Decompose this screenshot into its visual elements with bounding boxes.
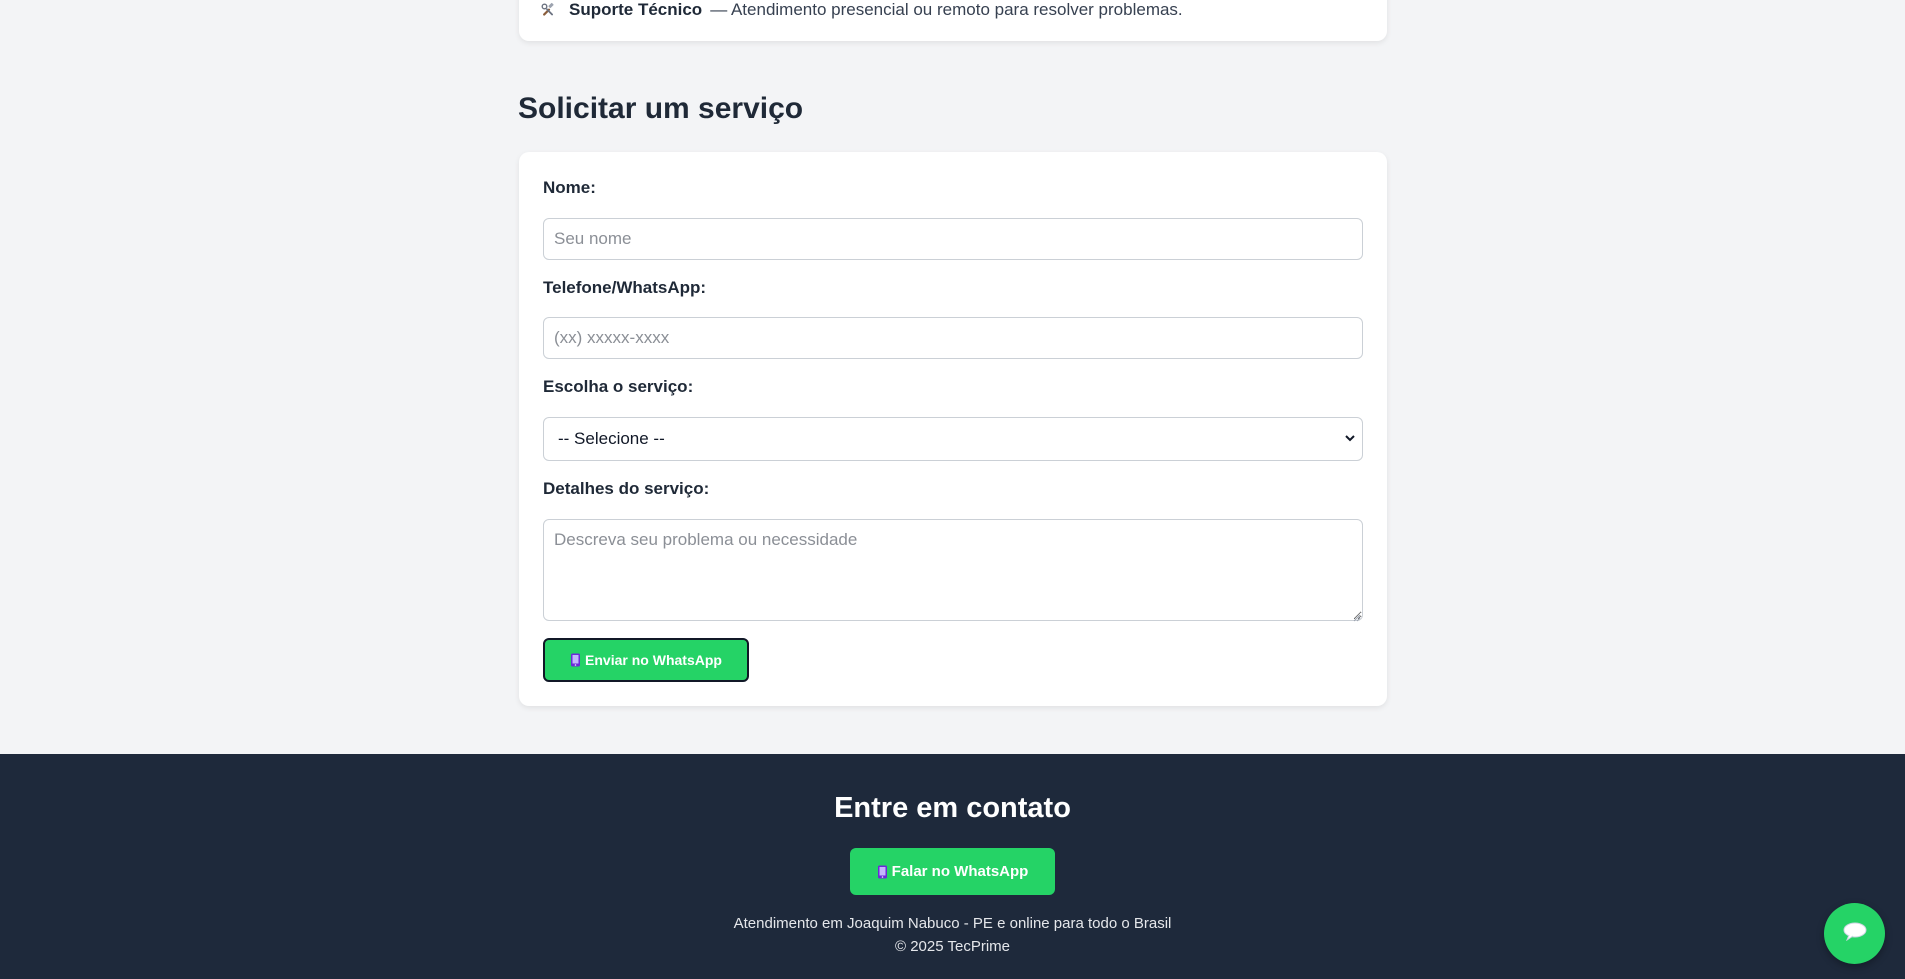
send-whatsapp-button[interactable]: Enviar no WhatsApp [543,638,749,682]
resize-grip-icon[interactable] [1351,609,1361,622]
phone-input[interactable] [543,317,1363,359]
service-select[interactable]: -- Selecione -- [543,417,1363,461]
footer-copyright: © 2025 TecPrime [895,938,1010,955]
details-textarea[interactable] [543,519,1363,621]
mobile-phone-icon [877,865,888,879]
footer-title: Entre em contato [834,792,1071,824]
footer: Entre em contato Falar no WhatsApp Atend… [0,754,1905,979]
send-button-label: Enviar no WhatsApp [585,652,722,668]
service-select-value: -- Selecione -- [558,429,665,448]
service-description: — Atendimento presencial ou remoto para … [710,0,1183,19]
service-select-label: Escolha o serviço: [543,377,694,396]
footer-whatsapp-button[interactable]: Falar no WhatsApp [850,848,1055,895]
name-label: Nome: [543,178,596,197]
footer-whatsapp-label: Falar no WhatsApp [891,863,1029,880]
service-name: Suporte Técnico [569,0,703,19]
name-input[interactable] [543,218,1363,260]
details-label: Detalhes do serviço: [543,479,710,498]
footer-location-text: Atendimento em Joaquim Nabuco - PE e onl… [733,915,1172,932]
floating-whatsapp-button[interactable] [1824,903,1885,964]
chevron-down-icon [1344,429,1356,449]
section-title: Solicitar um serviço [518,92,804,125]
phone-label: Telefone/WhatsApp: [543,278,707,297]
service-item-suporte: Suporte Técnico — Atendimento presencial… [539,0,1183,20]
speech-bubble-icon [1842,921,1868,946]
hammer-wrench-icon [539,1,557,19]
mobile-phone-icon [570,653,581,667]
